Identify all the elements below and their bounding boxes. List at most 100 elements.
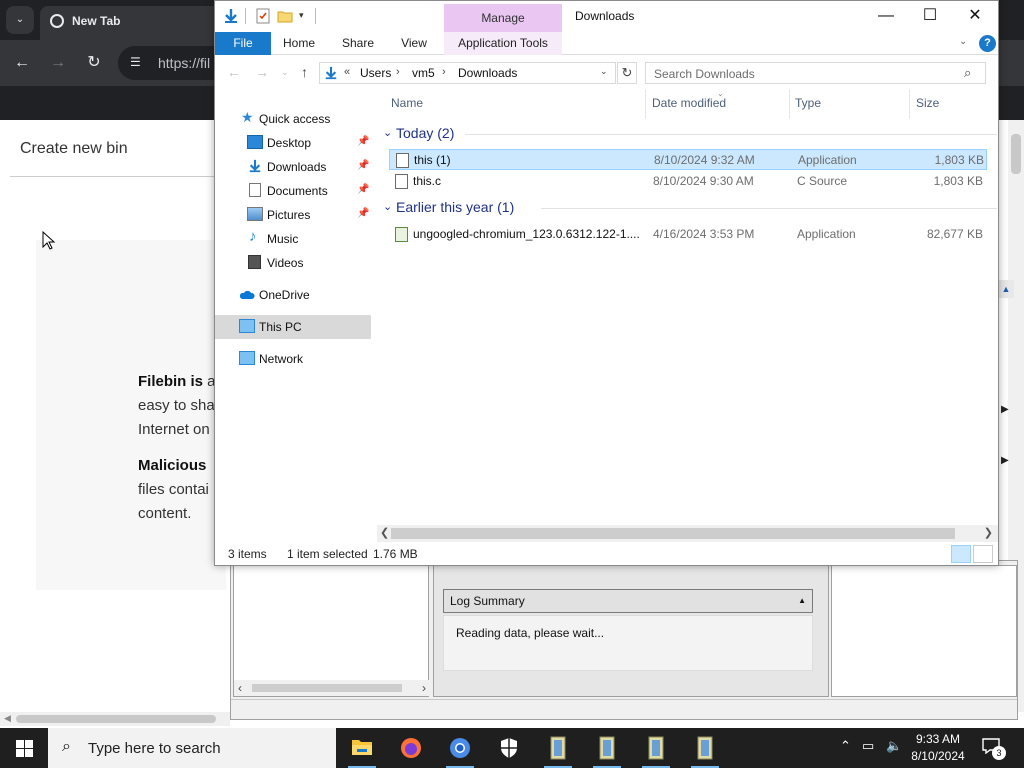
large-icons-view-icon[interactable] — [973, 545, 993, 563]
horizontal-scrollbar[interactable]: ‹ › — [234, 680, 430, 696]
chevron-right-icon[interactable]: ▶ — [1001, 404, 1009, 415]
nav-downloads[interactable]: Downloads 📌 — [215, 155, 371, 179]
column-header-name[interactable]: Name — [391, 96, 423, 110]
refresh-icon[interactable]: ↻ — [617, 62, 637, 84]
browser-tab[interactable]: New Tab — [40, 6, 220, 40]
windows-start-icon[interactable] — [0, 728, 48, 768]
tab-search-button[interactable]: ⌄ — [6, 6, 34, 34]
help-icon[interactable]: ? — [979, 35, 996, 52]
tab-application-tools[interactable]: Application Tools — [444, 32, 562, 55]
tab-view[interactable]: View — [397, 32, 431, 55]
log-summary-header[interactable]: Log Summary ▲ — [443, 589, 813, 613]
create-bin-link[interactable]: Create new bin — [20, 140, 128, 158]
network-status-icon[interactable]: ▭ — [862, 738, 874, 754]
column-header-size[interactable]: Size — [916, 96, 939, 110]
address-bar[interactable]: « Users › vm5 › Downloads ⌄ — [319, 62, 616, 84]
expand-ribbon-icon[interactable]: ⌄ — [959, 36, 967, 47]
app-taskbar-icon[interactable] — [681, 728, 729, 768]
security-taskbar-icon[interactable] — [485, 728, 533, 768]
up-arrow-icon[interactable]: ↑ — [301, 64, 308, 80]
scroll-thumb[interactable] — [391, 528, 955, 539]
scroll-thumb[interactable] — [1011, 134, 1021, 174]
chevron-up-icon[interactable]: ⌃ — [840, 738, 851, 754]
breadcrumb-vm5[interactable]: vm5 — [412, 66, 435, 80]
maximize-icon[interactable]: ☐ — [907, 1, 953, 32]
nav-pictures[interactable]: Pictures 📌 — [215, 203, 371, 227]
pin-icon[interactable]: 📌 — [357, 184, 369, 195]
nav-quick-access[interactable]: ★ Quick access — [215, 107, 371, 131]
file-row[interactable]: ungoogled-chromium_123.0.6312.122-1.... … — [389, 224, 987, 245]
file-row[interactable]: this (1) 8/10/2024 9:32 AM Application 1… — [389, 149, 987, 170]
chevron-right-icon[interactable]: › — [442, 66, 446, 78]
chevron-right-icon[interactable]: › — [396, 66, 400, 78]
details-view-icon[interactable] — [951, 545, 971, 563]
tab-share[interactable]: Share — [337, 32, 379, 55]
horizontal-scrollbar[interactable]: ❮ ❯ — [377, 525, 998, 542]
close-icon[interactable]: ✕ — [952, 1, 998, 32]
minimize-icon[interactable]: — — [863, 1, 909, 32]
nav-desktop[interactable]: Desktop 📌 — [215, 131, 371, 155]
breadcrumb-overflow[interactable]: « — [344, 66, 350, 78]
group-header-earlier-this-year[interactable]: ⌄ Earlier this year (1) — [381, 197, 997, 219]
column-header-type[interactable]: Type — [795, 96, 821, 110]
site-info-icon[interactable]: ☰ — [130, 55, 146, 71]
nav-music[interactable]: ♪ Music — [215, 227, 371, 251]
collapse-icon[interactable]: ▲ — [798, 596, 806, 605]
search-input[interactable]: Search Downloads ⌕ — [645, 62, 986, 84]
pin-icon[interactable]: 📌 — [357, 160, 369, 171]
manage-tab[interactable]: Manage — [444, 4, 562, 32]
column-divider[interactable] — [909, 89, 910, 119]
scroll-right-icon[interactable]: › — [422, 681, 426, 695]
forward-arrow-icon[interactable]: → — [255, 64, 269, 80]
properties-icon[interactable] — [255, 8, 271, 24]
customize-qat-icon[interactable]: ▾ — [299, 10, 304, 21]
app-taskbar-icon[interactable] — [632, 728, 680, 768]
reload-icon[interactable]: ↻ — [82, 52, 106, 74]
page-horizontal-scrollbar[interactable]: ◀ — [0, 712, 230, 726]
column-divider[interactable] — [789, 89, 790, 119]
nav-network[interactable]: Network — [215, 347, 371, 371]
breadcrumb-downloads[interactable]: Downloads — [458, 66, 517, 80]
scroll-thumb[interactable] — [16, 715, 216, 723]
new-folder-icon[interactable] — [277, 8, 293, 24]
scroll-right-icon[interactable]: ❯ — [984, 526, 993, 539]
chromium-taskbar-icon[interactable] — [436, 728, 484, 768]
search-icon[interactable]: ⌕ — [964, 65, 971, 81]
app-taskbar-icon[interactable] — [583, 728, 631, 768]
app-taskbar-icon[interactable] — [534, 728, 582, 768]
breadcrumb-users[interactable]: Users — [360, 66, 391, 80]
url-text[interactable]: https://fil — [158, 55, 210, 71]
pin-icon[interactable]: 📌 — [357, 136, 369, 147]
scroll-left-icon[interactable]: ❮ — [380, 526, 389, 539]
column-header-date[interactable]: Date modified — [652, 96, 726, 110]
nav-videos[interactable]: Videos — [215, 251, 371, 275]
scroll-up-icon[interactable]: ▲ — [998, 280, 1014, 298]
nav-onedrive[interactable]: OneDrive — [215, 283, 371, 307]
notification-center-icon[interactable]: 3 — [980, 736, 1008, 760]
recent-locations-icon[interactable]: ⌄ — [281, 67, 289, 78]
back-arrow-icon[interactable]: ← — [10, 52, 34, 74]
file-row[interactable]: this.c 8/10/2024 9:30 AM C Source 1,803 … — [389, 171, 987, 192]
column-divider[interactable] — [645, 89, 646, 119]
firefox-taskbar-icon[interactable] — [387, 728, 435, 768]
pin-icon[interactable]: 📌 — [357, 208, 369, 219]
nav-this-pc[interactable]: This PC — [215, 315, 371, 339]
chevron-down-icon[interactable]: ⌄ — [383, 200, 392, 213]
system-clock[interactable]: 9:33 AM 8/10/2024 — [906, 731, 970, 765]
nav-documents[interactable]: Documents 📌 — [215, 179, 371, 203]
back-arrow-icon[interactable]: ← — [227, 64, 241, 80]
taskbar: ⌕ Type here to search ⌃ ▭ 🔈 9:33 AM 8/10… — [0, 728, 1024, 768]
chevron-down-icon[interactable]: ⌄ — [600, 66, 608, 77]
scroll-left-icon[interactable]: ◀ — [4, 713, 11, 724]
chevron-down-icon[interactable]: ⌄ — [383, 126, 392, 139]
chevron-right-icon[interactable]: ▶ — [1001, 455, 1009, 466]
file-explorer-taskbar-icon[interactable] — [338, 728, 386, 768]
taskbar-search-box[interactable]: ⌕ Type here to search — [48, 728, 336, 768]
tab-file[interactable]: File — [215, 32, 271, 55]
group-header-today[interactable]: ⌄ Today (2) — [381, 123, 997, 145]
scroll-left-icon[interactable]: ‹ — [238, 681, 242, 695]
volume-muted-icon[interactable]: 🔈 — [886, 738, 902, 754]
forward-arrow-icon[interactable]: → — [46, 52, 70, 74]
tab-home[interactable]: Home — [277, 32, 321, 55]
scroll-thumb[interactable] — [252, 684, 402, 692]
